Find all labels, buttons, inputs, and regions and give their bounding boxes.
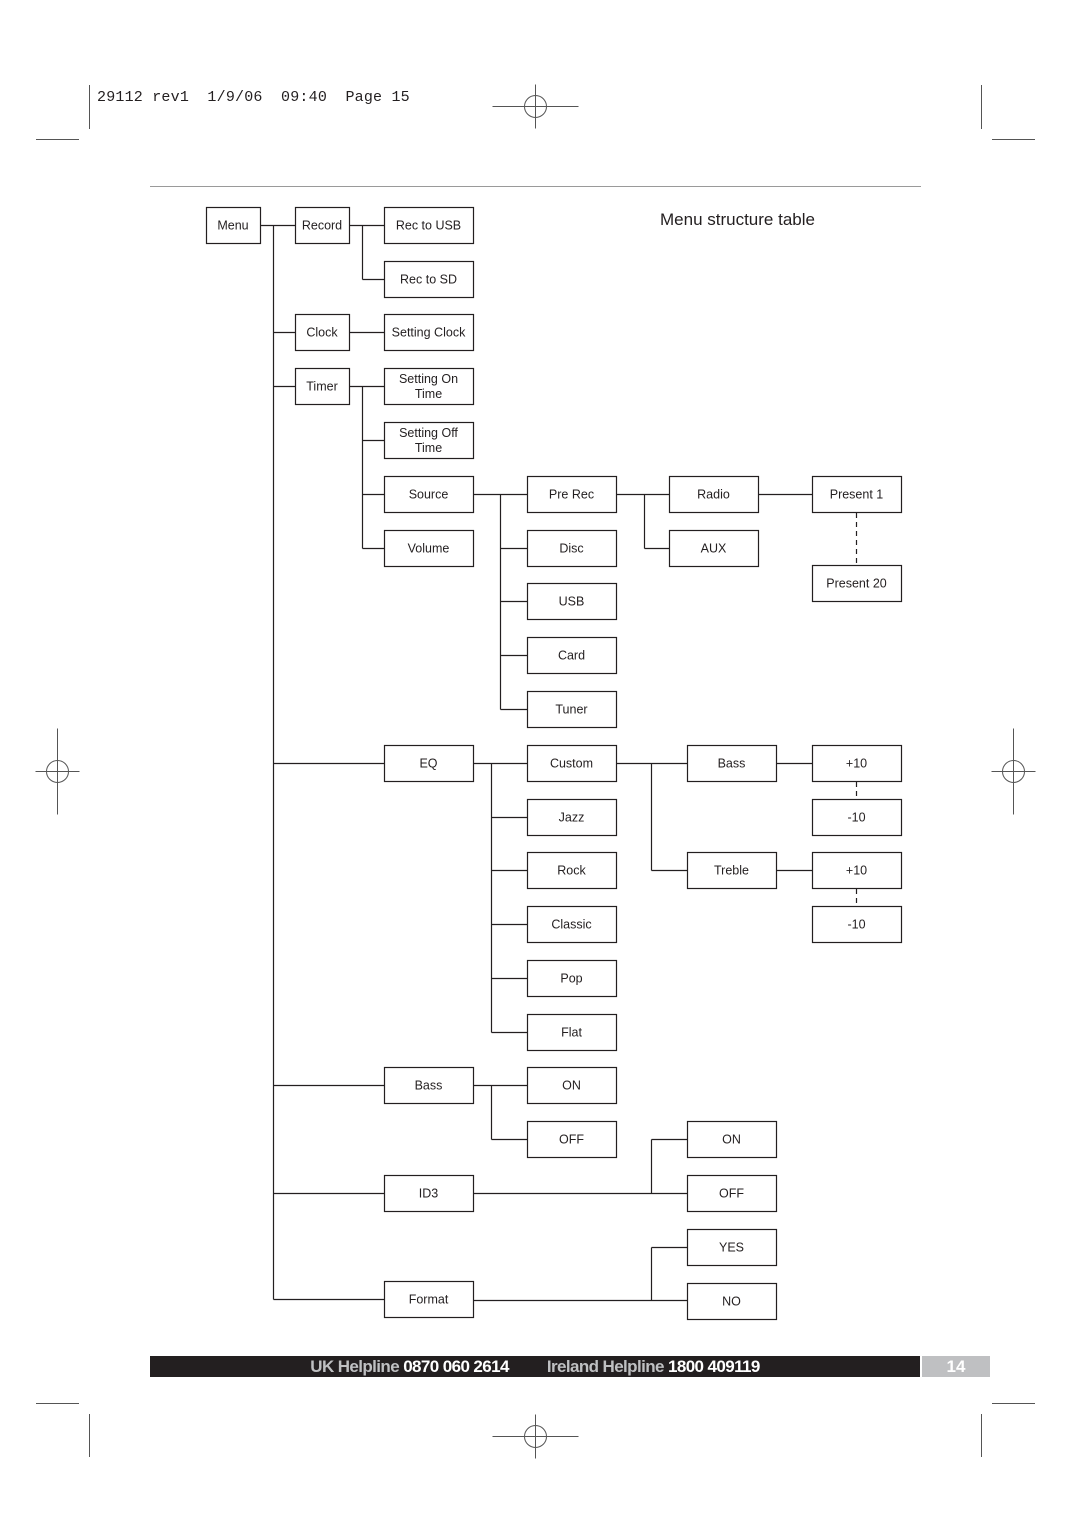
node-label: Disc <box>559 542 583 556</box>
node-label: Time <box>415 387 442 401</box>
node-jazz: Jazz <box>526 798 618 837</box>
node-source: Source <box>383 475 475 514</box>
node-label: Clock <box>306 326 338 340</box>
node-bass: Bass <box>383 1066 475 1105</box>
node-label: Timer <box>306 380 337 394</box>
node-label: Pop <box>560 972 582 986</box>
node-pop: Pop <box>526 959 618 998</box>
node-label: YES <box>719 1241 744 1255</box>
node-id3: ID3 <box>383 1174 475 1213</box>
uk-helpline-label: UK Helpline <box>310 1356 400 1376</box>
node-label: Pre Rec <box>549 488 594 502</box>
node-present-1: Present 1 <box>811 475 903 514</box>
node-label: Setting Off <box>399 426 458 440</box>
node-label: Card <box>558 649 585 663</box>
node-label: Menu <box>217 219 248 233</box>
node-present-20: Present 20 <box>811 564 903 603</box>
node-treble-plus: +10 <box>811 851 903 890</box>
node-label: Custom <box>550 757 593 771</box>
node-label: AUX <box>701 542 727 556</box>
node-eq: EQ <box>383 744 475 783</box>
node-label: Volume <box>408 542 450 556</box>
node-custom: Custom <box>526 744 618 783</box>
node-label: Present 1 <box>830 488 884 502</box>
node-label: -10 <box>847 918 865 932</box>
node-card: Card <box>526 636 618 675</box>
node-label: ID3 <box>419 1187 439 1201</box>
node-label: -10 <box>847 811 865 825</box>
node-label: Rec to USB <box>396 219 461 233</box>
node-format-no: NO <box>686 1282 778 1321</box>
node-classic: Classic <box>526 905 618 944</box>
ireland-helpline-label: Ireland Helpline <box>546 1356 665 1376</box>
node-id3-on: ON <box>686 1120 778 1159</box>
node-label: Jazz <box>559 811 585 825</box>
node-label: Bass <box>718 757 746 771</box>
node-label: Present 20 <box>826 577 887 591</box>
node-label: Source <box>409 488 449 502</box>
node-bass-on: ON <box>526 1066 618 1105</box>
node-label: NO <box>722 1295 741 1309</box>
node-label: Flat <box>561 1026 582 1040</box>
node-label: Tuner <box>555 703 587 717</box>
node-label: Setting Clock <box>392 326 466 340</box>
node-label: OFF <box>719 1187 744 1201</box>
node-label: Time <box>415 441 442 455</box>
node-disc: Disc <box>526 529 618 568</box>
node-label: Bass <box>415 1079 443 1093</box>
node-pre-rec: Pre Rec <box>526 475 618 514</box>
node-volume: Volume <box>383 529 475 568</box>
node-format-yes: YES <box>686 1228 778 1267</box>
node-label: OFF <box>559 1133 584 1147</box>
node-label: Record <box>302 219 342 233</box>
node-treble-minus: -10 <box>811 905 903 944</box>
node-label: Setting On <box>399 372 458 386</box>
node-id3-off: OFF <box>686 1174 778 1213</box>
node-aux: AUX <box>668 529 760 568</box>
node-label: Rec to SD <box>400 273 457 287</box>
node-setting-clock: Setting Clock <box>383 313 475 352</box>
node-label: Radio <box>697 488 730 502</box>
node-label: EQ <box>419 757 437 771</box>
node-label: ON <box>722 1133 741 1147</box>
node-bass-plus: +10 <box>811 744 903 783</box>
node-label: Treble <box>714 864 749 878</box>
uk-helpline: UK Helpline 0870 060 2614 <box>310 1357 509 1377</box>
node-label: Rock <box>557 864 586 878</box>
node-label: Format <box>409 1293 449 1307</box>
node-usb: USB <box>526 582 618 621</box>
node-eq-treble: Treble <box>686 851 778 890</box>
node-flat: Flat <box>526 1013 618 1052</box>
node-format: Format <box>383 1280 475 1319</box>
node-clock: Clock <box>294 313 351 352</box>
node-label: +10 <box>846 757 867 771</box>
node-bass-minus: -10 <box>811 798 903 837</box>
node-timer: Timer <box>294 367 351 406</box>
node-eq-bass: Bass <box>686 744 778 783</box>
uk-helpline-number: 0870 060 2614 <box>403 1356 509 1376</box>
node-label: USB <box>559 595 585 609</box>
node-label: ON <box>562 1079 581 1093</box>
node-rec-sd: Rec to SD <box>383 260 475 299</box>
page-number: 14 <box>922 1356 990 1377</box>
node-radio: Radio <box>668 475 760 514</box>
node-label: +10 <box>846 864 867 878</box>
ireland-helpline: Ireland Helpline 1800 409119 <box>547 1357 760 1377</box>
node-bass-off: OFF <box>526 1120 618 1159</box>
node-menu: Menu <box>205 206 262 245</box>
node-label: Classic <box>551 918 591 932</box>
node-rock: Rock <box>526 851 618 890</box>
node-setting-on: Setting OnTime <box>383 367 475 406</box>
node-record: Record <box>294 206 351 245</box>
node-tuner: Tuner <box>526 690 618 729</box>
ireland-helpline-number: 1800 409119 <box>667 1356 760 1376</box>
node-rec-usb: Rec to USB <box>383 206 475 245</box>
node-setting-off: Setting OffTime <box>383 421 475 460</box>
menu-structure-diagram: Menu Record Rec to USB Rec to SD Clock Settin… <box>35 84 1036 1459</box>
helpline-bar: UK Helpline 0870 060 2614 Ireland Helpli… <box>150 1356 920 1377</box>
